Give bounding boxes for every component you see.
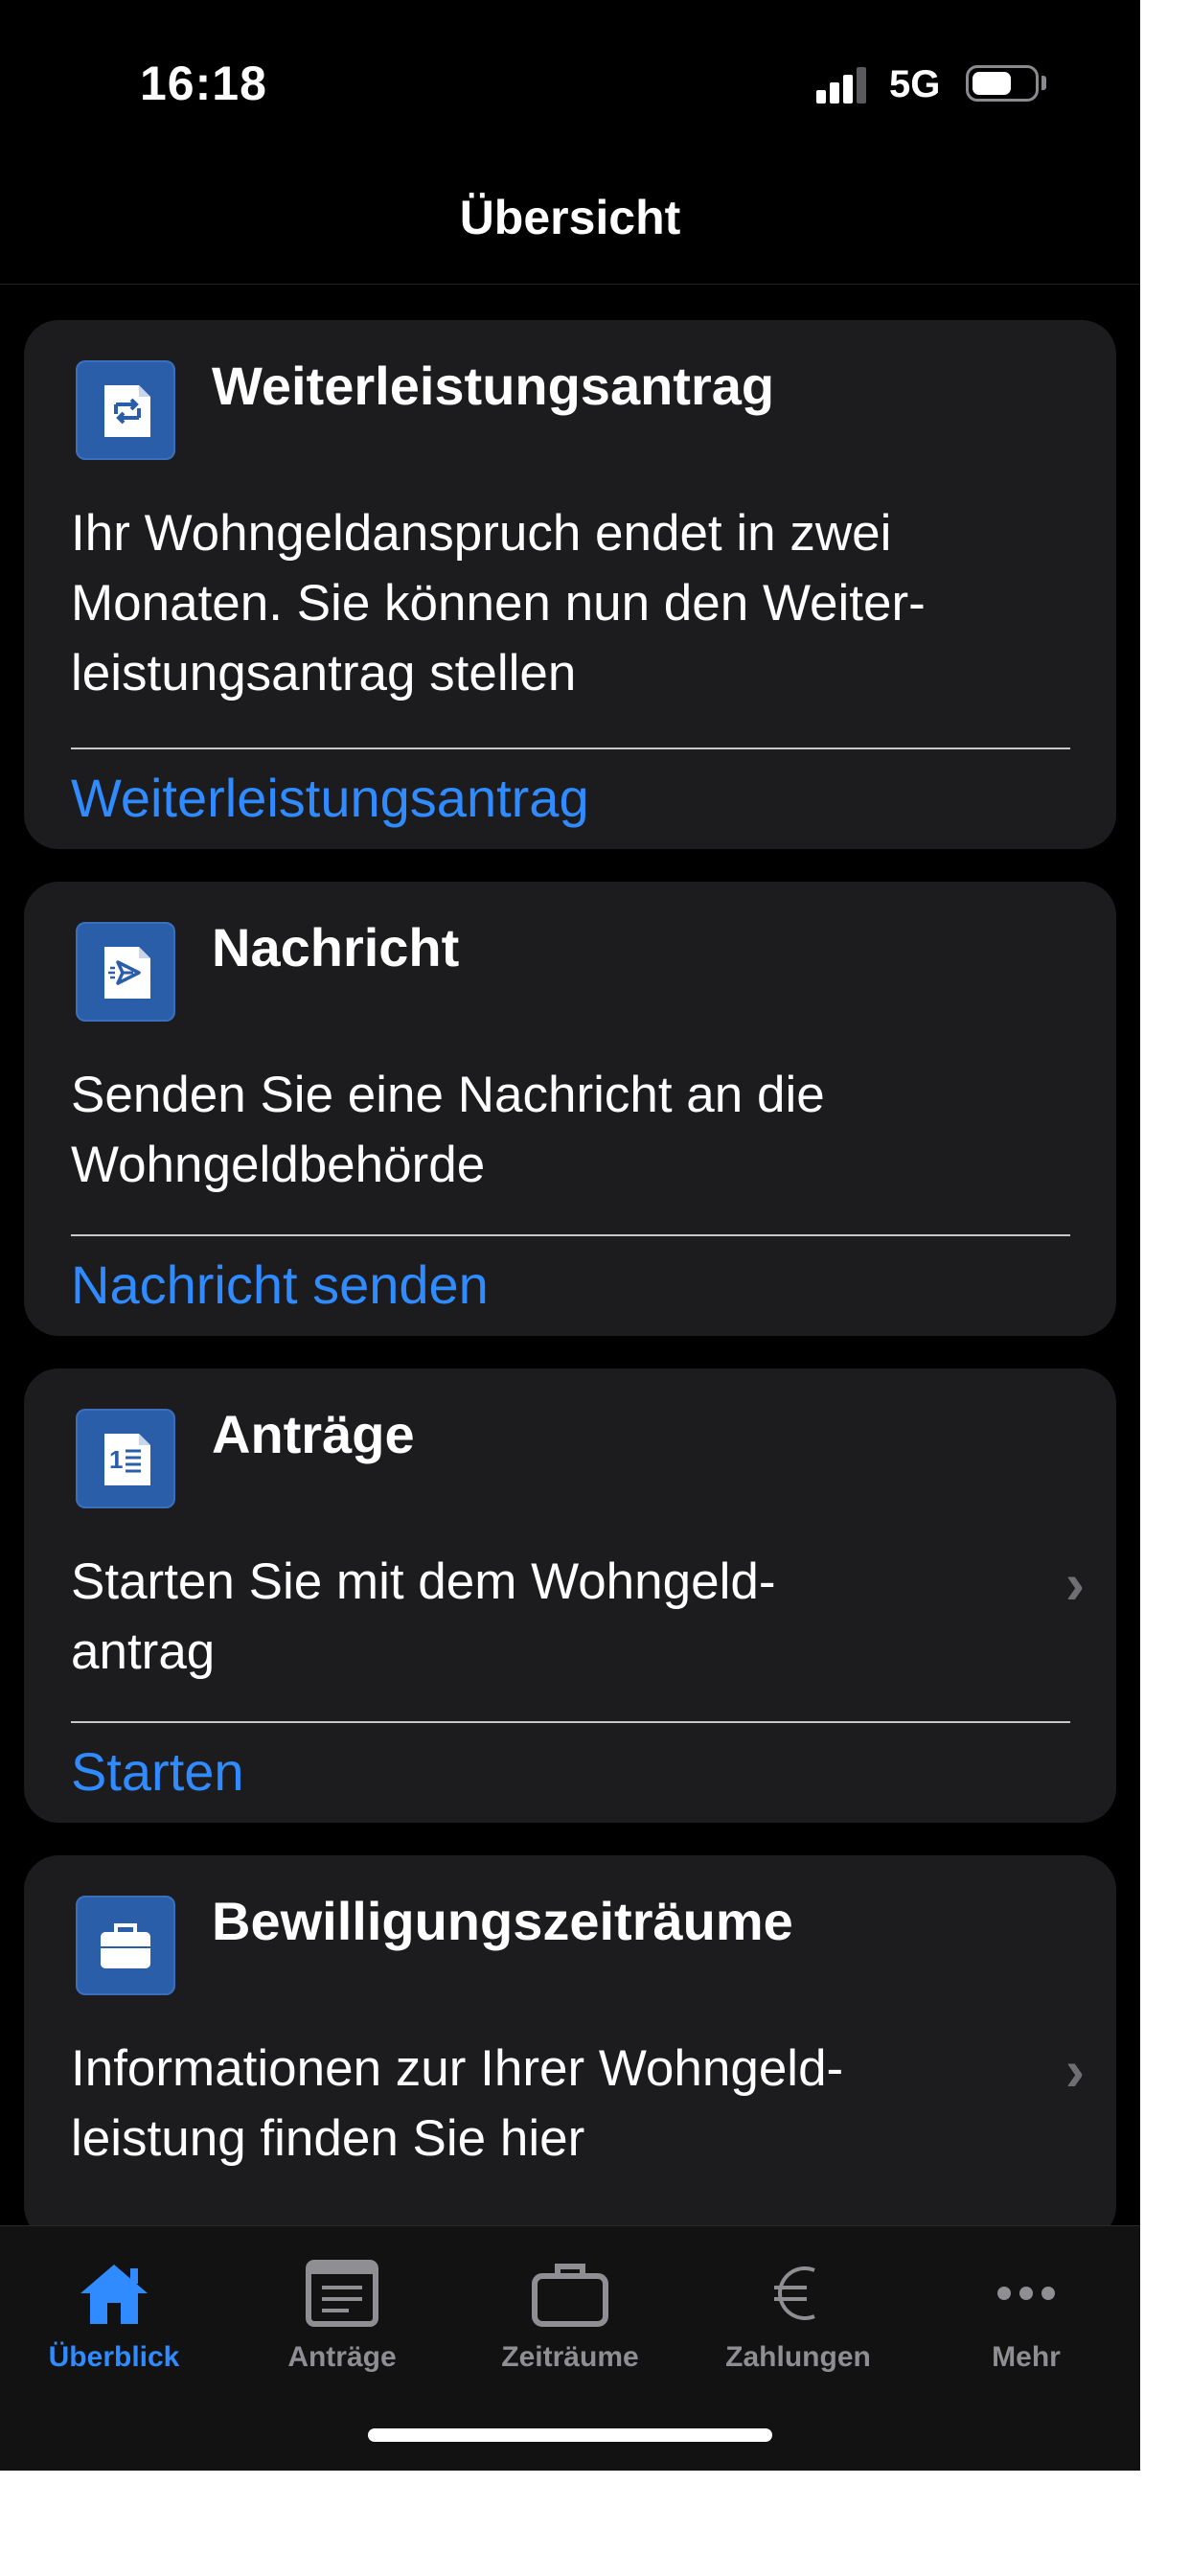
card-title: Bewilligungszeiträume xyxy=(212,1891,793,1951)
status-time: 16:18 xyxy=(140,57,267,110)
briefcase-icon xyxy=(532,2264,608,2327)
tab-label: Überblick xyxy=(48,2341,180,2373)
status-bar: 16:18 5G xyxy=(0,0,1140,163)
battery-icon xyxy=(966,65,1039,102)
card-description: Ihr Wohngeldanspruch endet in zwei Monat… xyxy=(71,505,926,702)
card-divider xyxy=(71,748,1070,749)
euro-icon xyxy=(774,2266,815,2320)
nav-divider xyxy=(0,284,1140,285)
home-icon xyxy=(80,2265,148,2324)
card-description: Senden Sie eine Nachricht an die Wohngel… xyxy=(71,1067,825,1193)
svg-text:1: 1 xyxy=(109,1445,123,1474)
card-description: Starten Sie mit dem Wohngeld- antrag xyxy=(71,1553,776,1680)
signal-icon xyxy=(816,65,866,104)
network-label: 5G xyxy=(889,63,941,105)
tab-label: Zahlungen xyxy=(725,2341,871,2373)
card-antraege[interactable]: 1 Anträge Starten Sie mit dem Wohngeld- … xyxy=(24,1368,1116,1823)
page-title: Übersicht xyxy=(459,191,681,244)
tab-mehr[interactable]: Mehr xyxy=(912,2245,1140,2380)
document-list-icon: 1 xyxy=(76,1409,175,1508)
app-screen: 16:18 5G Übersicht Weiterleistungsantrag xyxy=(0,0,1140,2471)
card-weiterleistungsantrag: Weiterleistungsantrag Ihr Wohngeldanspru… xyxy=(24,320,1116,849)
chevron-right-icon: › xyxy=(1065,1552,1085,1616)
card-title: Weiterleistungsantrag xyxy=(212,356,775,416)
starten-link[interactable]: Starten xyxy=(71,1740,244,1803)
card-title: Nachricht xyxy=(212,917,460,978)
tab-ueberblick[interactable]: Überblick xyxy=(0,2245,228,2380)
home-indicator[interactable] xyxy=(368,2428,772,2442)
card-divider xyxy=(71,1721,1070,1723)
tab-zeitraeume[interactable]: Zeiträume xyxy=(456,2245,684,2380)
tab-label: Mehr xyxy=(992,2341,1061,2373)
briefcase-icon xyxy=(76,1896,175,1995)
weiterleistungsantrag-link[interactable]: Weiterleistungsantrag xyxy=(71,767,589,829)
inbox-icon xyxy=(306,2260,378,2327)
document-forward-icon xyxy=(76,360,175,460)
chevron-right-icon: › xyxy=(1065,2038,1085,2103)
card-description: Informationen zur Ihrer Wohngeld- leistu… xyxy=(71,2040,844,2167)
document-send-icon xyxy=(76,922,175,1022)
card-nachricht: Nachricht Senden Sie eine Nachricht an d… xyxy=(24,882,1116,1336)
card-bewilligungszeitraeume[interactable]: Bewilligungszeiträume Informationen zur … xyxy=(24,1855,1116,2241)
tab-antraege[interactable]: Anträge xyxy=(228,2245,456,2380)
card-title: Anträge xyxy=(212,1404,415,1464)
tab-zahlungen[interactable]: Zahlungen xyxy=(684,2245,912,2380)
card-divider xyxy=(71,1234,1070,1236)
tab-label: Zeiträume xyxy=(501,2341,639,2373)
tab-label: Anträge xyxy=(287,2341,397,2373)
more-icon xyxy=(997,2287,1055,2300)
nachricht-senden-link[interactable]: Nachricht senden xyxy=(71,1254,489,1316)
